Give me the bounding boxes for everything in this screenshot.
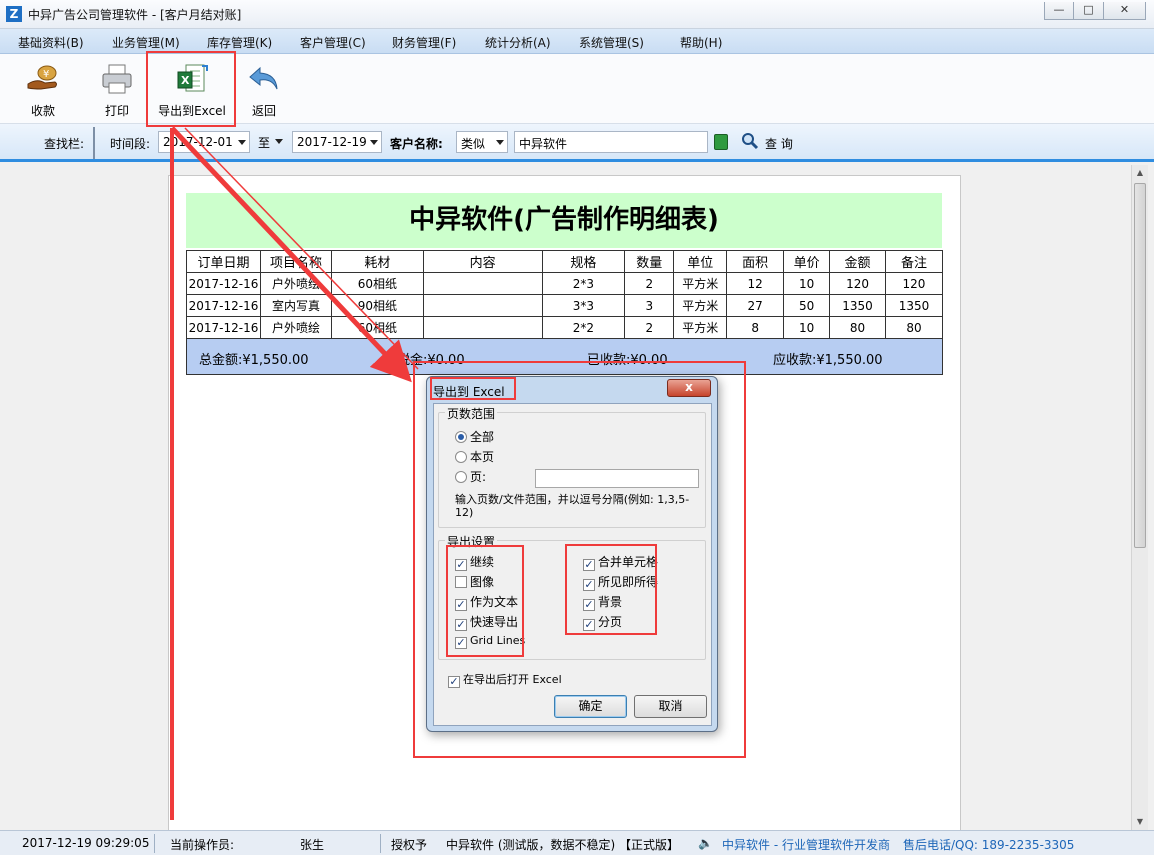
highlight-dialog-title (430, 377, 516, 400)
status-operator-label: 当前操作员: (170, 838, 235, 852)
status-vendor[interactable]: 中异软件 - 行业管理软件开发商 (722, 836, 890, 853)
highlight-export-button (146, 51, 236, 127)
highlight-right-options (565, 544, 657, 635)
highlight-left-options (446, 545, 524, 657)
status-separator (154, 834, 155, 853)
app-window: Z 中异广告公司管理软件 - [客户月结对账] — □ ✕ 基础资料(B) 业务… (0, 0, 1154, 855)
speaker-icon: 🔈 (698, 836, 713, 850)
status-bar: 2017-12-19 09:29:05 当前操作员: 张生 授权予 中异软件 (… (0, 830, 1154, 855)
status-product: 中异软件 (测试版，数据不稳定) 【正式版】 (446, 838, 679, 852)
status-separator (380, 834, 381, 853)
status-operator: 张生 (300, 838, 325, 852)
status-license: 授权予 (391, 838, 428, 852)
status-datetime: 2017-12-19 09:29:05 (22, 836, 150, 850)
status-hotline: 售后电话/QQ: 189-2235-3305 (903, 838, 1075, 852)
arrow-to-dialog (170, 126, 412, 383)
arrow-guide-thin (184, 127, 419, 370)
